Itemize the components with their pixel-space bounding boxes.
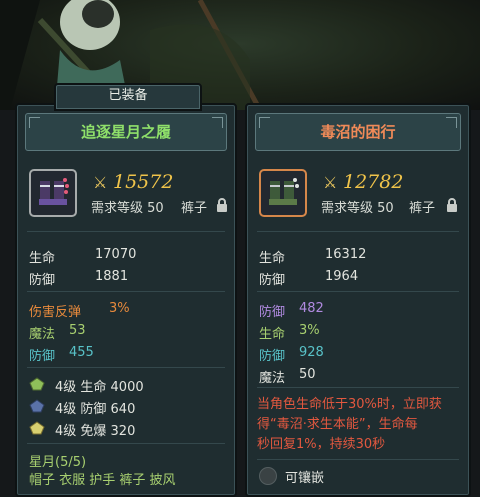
blue-gem-icon bbox=[29, 399, 45, 413]
base-stat-row: 防御 1881 bbox=[29, 269, 129, 288]
bonus-stat-row: 防御 482 bbox=[259, 301, 324, 320]
bonus-stat-row: 生命 3% bbox=[259, 323, 320, 342]
base-stat-row: 防御 1964 bbox=[259, 269, 359, 288]
equipped-tab: 已装备 bbox=[54, 83, 202, 111]
divider bbox=[257, 231, 459, 232]
bonus-stat-row: 防御 928 bbox=[259, 345, 324, 364]
gem-socket-icon[interactable] bbox=[259, 467, 277, 485]
base-stat-row: 生命 17070 bbox=[29, 247, 137, 266]
required-level: 需求等级 50 bbox=[321, 201, 394, 216]
equip-slot: 裤子 bbox=[409, 201, 436, 216]
item-title-bar: 追逐星月之履 bbox=[25, 113, 227, 151]
bonus-stat-row: 伤害反弹 3% bbox=[29, 301, 130, 320]
special-effect-description: 当角色生命低于30%时，立即获 得“毒沼·求生本能”，生命每 秒回复1%，持续3… bbox=[257, 397, 442, 452]
item-name: 毒沼的困行 bbox=[320, 123, 396, 141]
lock-icon[interactable] bbox=[215, 197, 229, 213]
bonus-stat-row: 魔法 50 bbox=[259, 367, 316, 386]
gem-row: 4级 生命 4000 bbox=[55, 380, 144, 395]
divider bbox=[27, 367, 225, 368]
item-title-bar: 毒沼的困行 bbox=[255, 113, 461, 151]
set-pieces: 帽子 衣服 护手 裤子 披风 bbox=[29, 473, 176, 488]
divider bbox=[257, 291, 459, 292]
gem-row: 4级 免爆 320 bbox=[55, 424, 136, 439]
compare-item-panel: 毒沼的困行 ⚔ 12782 需求等级 50 裤子 生命 16312 防御 196… bbox=[245, 103, 471, 497]
boots-icon bbox=[269, 178, 299, 205]
item-icon-boots[interactable] bbox=[259, 169, 307, 217]
item-name: 追逐星月之履 bbox=[80, 123, 171, 141]
bonus-stat-row: 魔法 53 bbox=[29, 323, 86, 342]
sword-power-icon: ⚔ bbox=[323, 173, 338, 192]
equipped-item-panel: 追逐星月之履 ⚔ 15572 需求等级 50 裤子 生命 17070 防御 18… bbox=[15, 103, 237, 497]
divider bbox=[27, 443, 225, 444]
combat-power: 15572 bbox=[113, 171, 174, 193]
boots-icon bbox=[39, 178, 69, 205]
yellow-gem-icon bbox=[29, 421, 45, 435]
item-icon-boots[interactable] bbox=[29, 169, 77, 217]
required-level: 需求等级 50 bbox=[91, 201, 164, 216]
combat-power: 12782 bbox=[343, 171, 404, 193]
socket-label: 可镶嵌 bbox=[285, 471, 325, 486]
gem-row: 4级 防御 640 bbox=[55, 402, 136, 417]
green-gem-icon bbox=[29, 377, 45, 391]
divider bbox=[27, 291, 225, 292]
lock-icon[interactable] bbox=[445, 197, 459, 213]
equip-slot: 裤子 bbox=[181, 201, 208, 216]
divider bbox=[257, 387, 459, 388]
sword-power-icon: ⚔ bbox=[93, 173, 108, 192]
set-name: 星月(5/5) bbox=[29, 455, 87, 470]
base-stat-row: 生命 16312 bbox=[259, 247, 367, 266]
divider bbox=[257, 459, 459, 460]
bonus-stat-row: 防御 455 bbox=[29, 345, 94, 364]
divider bbox=[27, 231, 225, 232]
